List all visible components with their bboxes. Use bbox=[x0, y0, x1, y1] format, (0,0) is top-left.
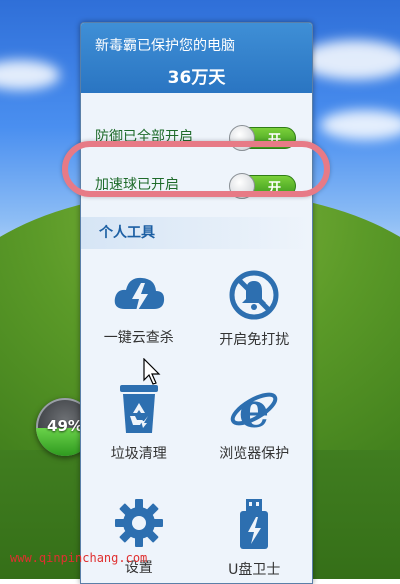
tool-settings[interactable]: 设置 bbox=[81, 491, 197, 583]
tool-label: U盘卫士 bbox=[228, 562, 281, 578]
ie-browser-icon: e bbox=[230, 383, 278, 435]
tool-label: 垃圾清理 bbox=[110, 446, 167, 462]
tool-label: 一键云查杀 bbox=[103, 330, 174, 346]
tool-label: 开启免打扰 bbox=[219, 332, 290, 348]
highlight-ring bbox=[62, 141, 330, 197]
tool-grid: 一键云查杀 开启免打扰 垃圾清理 e 浏览器保护 设置 U盘卫士 bbox=[81, 263, 313, 583]
usb-drive-icon bbox=[240, 499, 269, 549]
mouse-cursor-icon bbox=[143, 358, 161, 385]
do-not-disturb-bell-icon bbox=[229, 270, 279, 320]
cloud-lightning-icon bbox=[114, 277, 164, 315]
tool-label: 浏览器保护 bbox=[219, 446, 290, 462]
tool-junk-clean[interactable]: 垃圾清理 bbox=[81, 377, 197, 491]
section-title: 个人工具 bbox=[81, 217, 312, 249]
svg-text:e: e bbox=[239, 383, 270, 435]
recycle-bin-icon bbox=[119, 385, 158, 433]
duba-popup-panel: 新毒霸已保护您的电脑 36万天 防御已全部开启 开 加速球已开启 开 个人工具 … bbox=[80, 22, 313, 584]
panel-header: 新毒霸已保护您的电脑 36万天 bbox=[81, 23, 312, 93]
protection-status-text: 新毒霸已保护您的电脑 bbox=[95, 38, 235, 54]
tool-do-not-disturb[interactable]: 开启免打扰 bbox=[197, 263, 313, 377]
tool-cloud-scan[interactable]: 一键云查杀 bbox=[81, 263, 197, 377]
tool-usb-guard[interactable]: U盘卫士 bbox=[197, 491, 313, 583]
protection-days: 36万天 bbox=[167, 68, 226, 88]
watermark-text: www.qinpinchang.com bbox=[10, 551, 148, 565]
tool-browser-protect[interactable]: e 浏览器保护 bbox=[197, 377, 313, 491]
gear-icon bbox=[114, 499, 163, 547]
